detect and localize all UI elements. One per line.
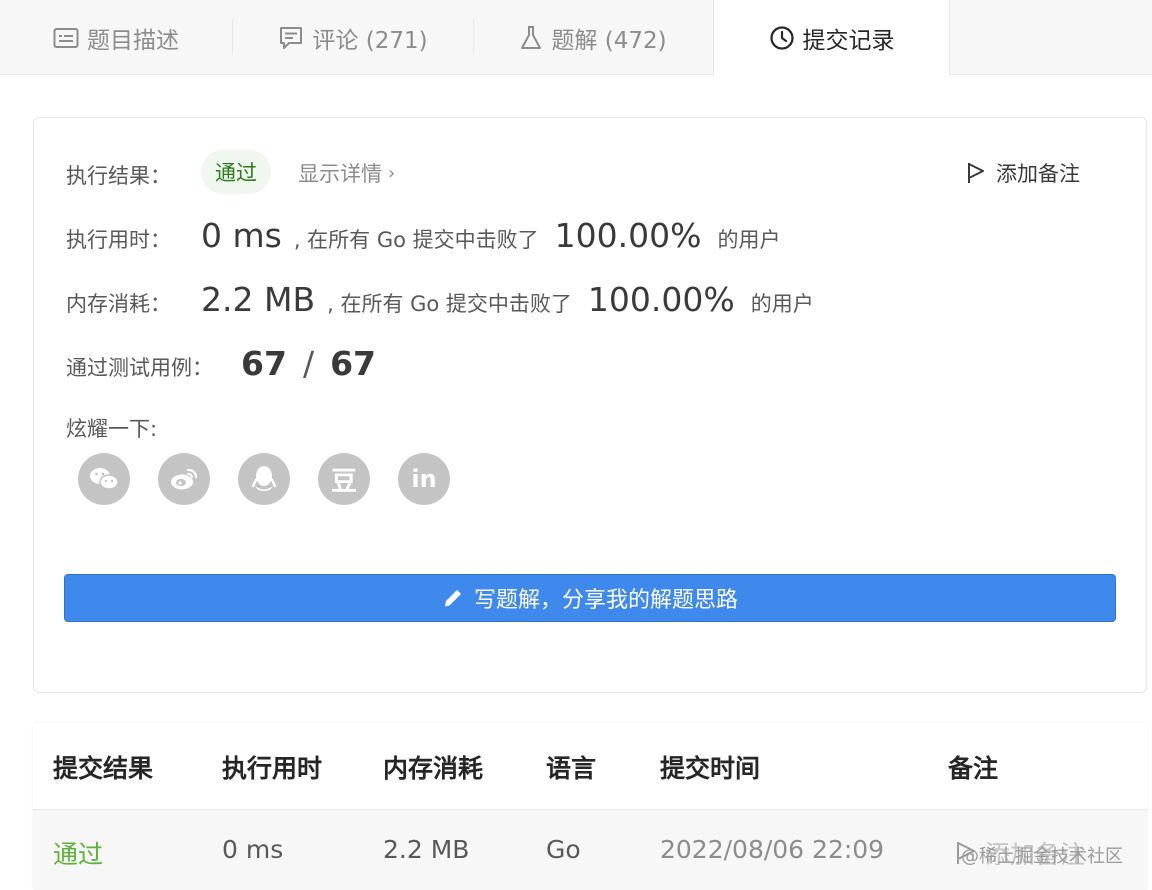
share-label: 炫耀一下:: [66, 417, 158, 441]
show-details-label: 显示详情: [298, 162, 382, 186]
flask-icon: [519, 25, 543, 51]
comment-icon: [278, 25, 304, 51]
testcases-label: 通过测试用例：: [66, 356, 213, 380]
douban-share-button[interactable]: 豆: [318, 453, 370, 505]
column-header-language: 语言: [546, 754, 597, 783]
runtime-compare-text: , 在所有 Go 提交中击败了: [293, 228, 539, 252]
result-label: 执行结果：: [66, 164, 171, 188]
testcases-passed: 67: [241, 344, 287, 383]
memory-percentile: 100.00%: [587, 280, 735, 319]
qq-icon: [251, 464, 277, 494]
tab-solutions[interactable]: 题解 (472): [474, 0, 712, 75]
memory-row: 内存消耗： 2.2 MB , 在所有 Go 提交中击败了 100.00% 的用户: [66, 280, 814, 319]
tab-label: 题解 (472): [551, 27, 667, 54]
wechat-icon: [89, 466, 119, 492]
runtime-label: 执行用时：: [66, 228, 171, 252]
column-header-result: 提交结果: [53, 754, 154, 783]
linkedin-share-button[interactable]: in: [398, 453, 450, 505]
tab-description[interactable]: 题目描述: [0, 0, 232, 75]
column-header-note: 备注: [948, 754, 999, 783]
tab-label: 提交记录: [802, 28, 895, 54]
write-solution-button[interactable]: 写题解，分享我的解题思路: [64, 574, 1116, 622]
weibo-icon: [169, 466, 199, 492]
runtime-percentile: 100.00%: [554, 216, 702, 255]
flag-icon: [966, 161, 986, 185]
status-badge: 通过: [201, 150, 271, 194]
weibo-share-button[interactable]: [158, 453, 210, 505]
runtime-row: 执行用时： 0 ms , 在所有 Go 提交中击败了 100.00% 的用户: [66, 216, 780, 255]
column-header-memory: 内存消耗: [383, 754, 484, 783]
linkedin-icon: in: [411, 465, 437, 493]
submission-result-card: 执行结果： 通过 显示详情 › 添加备注 执行用时： 0 ms , 在所有 Go…: [33, 117, 1147, 693]
submission-result-link[interactable]: 通过: [53, 835, 103, 871]
memory-label: 内存消耗：: [66, 292, 171, 316]
description-icon: [53, 27, 79, 49]
douban-icon: 豆: [330, 466, 357, 497]
memory-value: 2.2 MB: [201, 280, 316, 319]
submission-runtime: 0 ms: [222, 835, 284, 864]
tab-label: 题目描述: [87, 27, 179, 54]
write-solution-label: 写题解，分享我的解题思路: [473, 588, 738, 613]
testcases-row: 通过测试用例： 67 / 67: [66, 344, 376, 383]
tab-label: 评论 (271): [312, 27, 428, 54]
add-note-button[interactable]: 添加备注: [966, 158, 1080, 188]
testcases-total: 67: [330, 344, 376, 383]
column-header-runtime: 执行用时: [222, 754, 323, 783]
tab-comments[interactable]: 评论 (271): [233, 0, 473, 75]
pencil-icon: [442, 587, 464, 609]
testcases-separator: /: [302, 344, 315, 383]
add-note-label: 添加备注: [996, 162, 1080, 186]
tab-submissions[interactable]: 提交记录: [713, 0, 950, 76]
submission-time: 2022/08/06 22:09: [660, 835, 885, 864]
table-header: 提交结果 执行用时 内存消耗 语言 提交时间 备注: [33, 723, 1147, 810]
show-details-link[interactable]: 显示详情 ›: [298, 158, 395, 188]
table-row: 通过 0 ms 2.2 MB Go 2022/08/06 22:09 添加备注 …: [33, 810, 1147, 890]
submission-language: Go: [546, 835, 581, 864]
wechat-share-button[interactable]: [78, 453, 130, 505]
status-text: 通过: [215, 161, 257, 185]
memory-users-text: 的用户: [750, 292, 814, 316]
submission-memory: 2.2 MB: [383, 835, 470, 864]
submissions-table: 提交结果 执行用时 内存消耗 语言 提交时间 备注 通过 0 ms 2.2 MB…: [33, 723, 1147, 890]
runtime-users-text: 的用户: [717, 228, 781, 252]
chevron-right-icon: ›: [388, 162, 396, 184]
tab-bar: 题目描述 评论 (271) 题解 (472) 提交记录: [0, 0, 1152, 76]
qq-share-button[interactable]: [238, 453, 290, 505]
memory-compare-text: , 在所有 Go 提交中击败了: [327, 292, 572, 316]
clock-icon: [769, 25, 795, 51]
runtime-value: 0 ms: [201, 216, 282, 255]
column-header-time: 提交时间: [660, 754, 761, 783]
watermark: @稀土掘金技术社区: [961, 846, 1123, 867]
